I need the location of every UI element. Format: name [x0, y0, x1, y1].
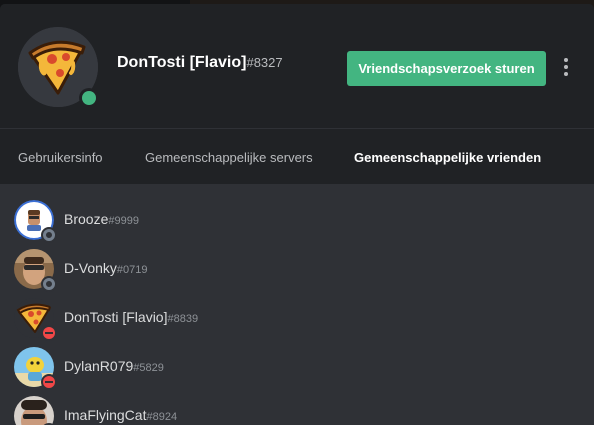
avatar	[14, 200, 57, 243]
mutual-friends-list: Brooze#9999 D-Vonky#0719 DonTosti [Flavi…	[0, 184, 594, 425]
profile-username-text: DonTosti [Flavio]	[117, 54, 247, 71]
profile-header: DonTosti [Flavio]#8327 Vriendschapsverzo…	[0, 4, 594, 128]
avatar	[14, 347, 57, 390]
tab-user-info[interactable]: Gebruikersinfo	[18, 129, 103, 185]
tab-mutual-servers[interactable]: Gemeenschappelijke servers	[145, 129, 313, 185]
friend-discriminator: #5829	[133, 362, 164, 374]
friend-name: DonTosti [Flavio]#8839	[64, 309, 199, 325]
list-item[interactable]: D-Vonky#0719	[0, 244, 594, 293]
friend-name: Brooze#9999	[64, 211, 139, 227]
list-item[interactable]: DonTosti [Flavio]#8839	[0, 293, 594, 342]
user-profile-modal: DonTosti [Flavio]#8327 Vriendschapsverzo…	[0, 4, 594, 425]
send-friend-request-button[interactable]: Vriendschapsverzoek sturen	[347, 51, 546, 86]
status-indicator	[41, 374, 57, 390]
list-item[interactable]: Brooze#9999	[0, 195, 594, 244]
profile-avatar	[18, 27, 99, 108]
profile-discriminator: #8327	[246, 55, 283, 70]
list-item[interactable]: ImaFlyingCat#8924	[0, 391, 594, 425]
avatar	[14, 249, 57, 292]
friend-discriminator: #8839	[167, 313, 199, 325]
friend-discriminator: #8924	[146, 411, 178, 423]
tab-mutual-friends[interactable]: Gemeenschappelijke vrienden	[354, 129, 542, 187]
profile-tabs: Gebruikersinfo Gemeenschappelijke server…	[0, 128, 594, 187]
profile-username[interactable]: DonTosti [Flavio]#8327	[117, 54, 283, 72]
status-indicator	[41, 227, 57, 243]
friend-name: ImaFlyingCat#8924	[64, 407, 178, 423]
more-options-icon[interactable]	[560, 58, 572, 82]
status-indicator	[41, 276, 57, 292]
status-indicator	[79, 88, 99, 108]
friend-name: DylanR079#5829	[64, 358, 164, 374]
friend-discriminator: #0719	[116, 264, 148, 276]
avatar	[14, 298, 57, 341]
status-indicator	[41, 325, 57, 341]
friend-discriminator: #9999	[108, 215, 139, 227]
list-item[interactable]: DylanR079#5829	[0, 342, 594, 391]
friend-name: D-Vonky#0719	[64, 260, 148, 276]
avatar	[14, 396, 57, 425]
